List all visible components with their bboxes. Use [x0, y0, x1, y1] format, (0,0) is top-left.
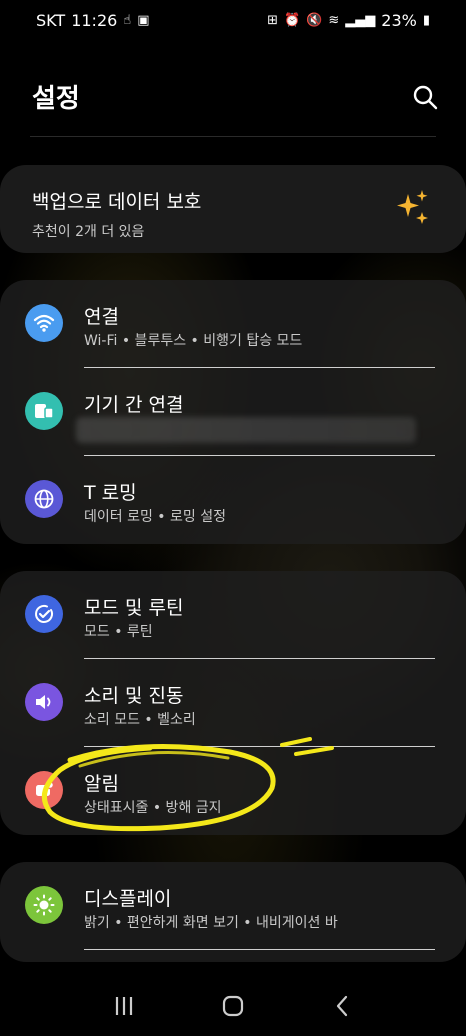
settings-item-sounds-vibration[interactable]: 소리 및 진동 소리 모드 • 벨소리 [0, 659, 466, 747]
settings-item-title: 기기 간 연결 [84, 394, 184, 416]
status-bar: SKT 11:26 ☝ ▣ ⊞ ⏰ 🔇 ≋ ▂▄▆ 23% ▮ [0, 0, 466, 40]
globe-icon [25, 480, 63, 518]
carrier-label: SKT [36, 10, 66, 30]
status-right: ⊞ ⏰ 🔇 ≋ ▂▄▆ 23% ▮ [267, 11, 430, 30]
settings-item-t-roaming[interactable]: T 로밍 데이터 로밍 • 로밍 설정 [0, 456, 466, 544]
settings-group-modes: 모드 및 루틴 모드 • 루틴 소리 및 진동 소리 모드 • 벨소리 알림 상… [0, 571, 466, 835]
settings-item-notifications[interactable]: 알림 상태표시줄 • 방해 금지 [0, 747, 466, 835]
search-button[interactable] [410, 82, 440, 112]
backup-subtitle: 추천이 2개 더 있음 [32, 224, 145, 240]
sun-icon [25, 886, 63, 924]
recents-button[interactable] [104, 986, 144, 1026]
signal-icon: ▂▄▆ [345, 12, 376, 28]
page-title: 설정 [32, 84, 80, 114]
screen-icon: ▣ [137, 12, 150, 28]
header: 설정 [0, 72, 466, 122]
settings-item-subtitle: 데이터 로밍 • 로밍 설정 [84, 509, 226, 525]
search-icon [413, 85, 438, 110]
settings-item-display[interactable]: 디스플레이 밝기 • 편안하게 화면 보기 • 내비게이션 바 [0, 862, 466, 950]
sparkle-icon [396, 190, 430, 230]
settings-item-title: 알림 [84, 773, 119, 795]
settings-item-title: 모드 및 루틴 [84, 597, 184, 619]
notification-icon [25, 771, 63, 809]
touch-icon: ☝ [123, 12, 132, 28]
settings-item-title: 소리 및 진동 [84, 685, 184, 707]
settings-item-subtitle: Wi-Fi • 블루투스 • 비행기 탑승 모드 [84, 333, 303, 349]
back-button[interactable] [322, 986, 362, 1026]
header-divider [30, 136, 436, 137]
mute-icon: 🔇 [306, 12, 323, 28]
settings-item-subtitle: 밝기 • 편안하게 화면 보기 • 내비게이션 바 [84, 915, 338, 931]
navigation-bar [0, 975, 466, 1036]
speaker-icon [25, 683, 63, 721]
settings-item-title: T 로밍 [84, 482, 137, 504]
settings-item-subtitle: 모드 • 루틴 [84, 624, 153, 640]
settings-item-modes-routines[interactable]: 모드 및 루틴 모드 • 루틴 [0, 571, 466, 659]
recents-icon [116, 996, 133, 1015]
settings-item-title: 디스플레이 [84, 888, 172, 910]
status-left: SKT 11:26 ☝ ▣ [36, 11, 150, 30]
settings-group-connections: 연결 Wi-Fi • 블루투스 • 비행기 탑승 모드 기기 간 연결 T 로밍… [0, 280, 466, 544]
redacted-subtitle [76, 417, 416, 443]
settings-item-subtitle: 소리 모드 • 벨소리 [84, 712, 196, 728]
alarm-icon: ⏰ [284, 12, 301, 28]
battery-icon: ▮ [422, 12, 430, 28]
settings-item-connections[interactable]: 연결 Wi-Fi • 블루투스 • 비행기 탑승 모드 [0, 280, 466, 368]
lock-icon: ⊞ [267, 12, 278, 28]
routine-check-icon [25, 595, 63, 633]
backup-title: 백업으로 데이터 보호 [32, 191, 202, 213]
wifi-status-icon: ≋ [328, 12, 340, 28]
row-divider [84, 949, 435, 950]
back-icon [336, 995, 347, 1016]
home-button[interactable] [213, 986, 253, 1026]
devices-icon [25, 392, 63, 430]
settings-item-subtitle: 상태표시줄 • 방해 금지 [84, 800, 222, 816]
wifi-icon [25, 304, 63, 342]
clock: 11:26 [71, 10, 118, 30]
settings-group-display: 디스플레이 밝기 • 편안하게 화면 보기 • 내비게이션 바 [0, 862, 466, 962]
home-icon [222, 995, 244, 1016]
settings-item-title: 연결 [84, 306, 119, 328]
battery-level: 23% [381, 10, 417, 30]
